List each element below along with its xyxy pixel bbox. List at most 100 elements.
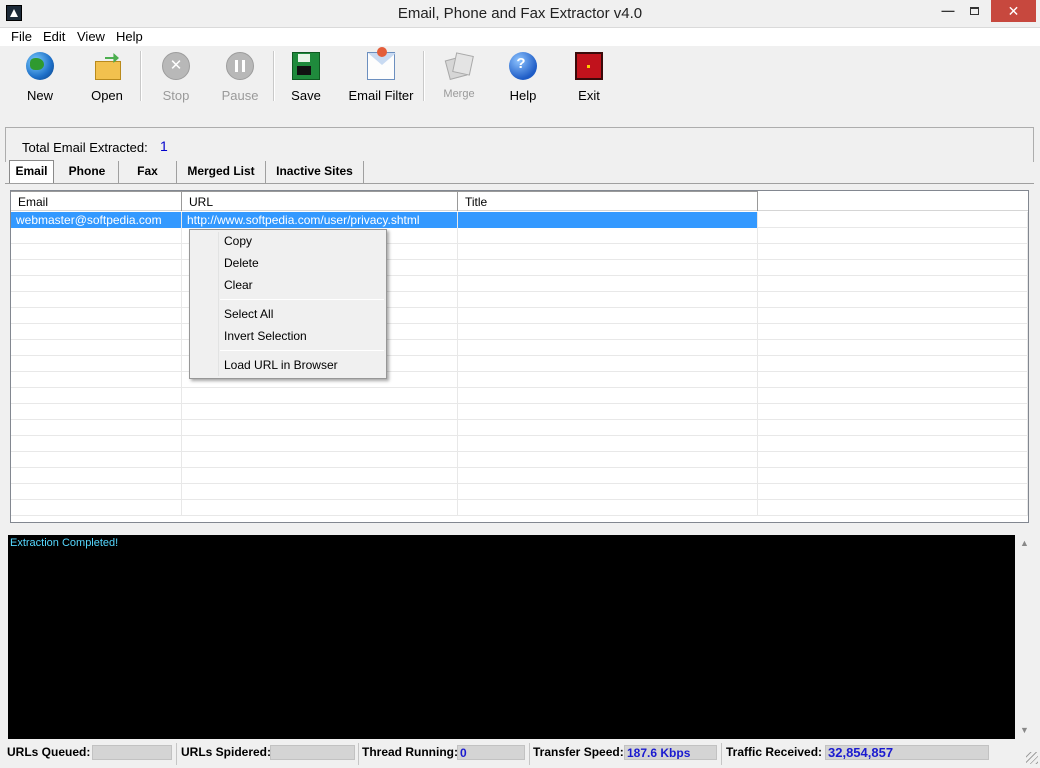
stop-label: Stop xyxy=(162,88,190,103)
table-cell xyxy=(11,308,182,324)
table-row[interactable]: webmaster@softpedia.com http://www.softpe… xyxy=(11,212,1028,228)
table-row[interactable] xyxy=(11,404,1028,420)
table-row[interactable] xyxy=(11,244,1028,260)
table-row[interactable] xyxy=(11,260,1028,276)
context-menu-copy[interactable]: Copy xyxy=(190,231,386,251)
table-row[interactable] xyxy=(11,324,1028,340)
context-menu-delete[interactable]: Delete xyxy=(190,253,386,273)
help-label: Help xyxy=(509,88,537,103)
stop-button[interactable]: Stop xyxy=(146,52,206,103)
table-cell xyxy=(11,388,182,404)
help-icon xyxy=(509,52,537,80)
context-menu-load-url[interactable]: Load URL in Browser xyxy=(190,355,386,375)
email-filter-button[interactable]: Email Filter xyxy=(343,47,419,103)
help-button[interactable]: Help xyxy=(493,52,553,103)
merge-button[interactable]: Merge xyxy=(429,52,489,102)
table-row[interactable] xyxy=(11,388,1028,404)
globe-icon xyxy=(26,52,54,80)
status-bar: URLs Queued: URLs Spidered: Thread Runni… xyxy=(0,741,1040,768)
context-menu-invert-selection[interactable]: Invert Selection xyxy=(190,326,386,346)
table-cell xyxy=(182,404,458,420)
table-cell xyxy=(758,484,1028,500)
title-bar: Email, Phone and Fax Extractor v4.0 — ✕ xyxy=(0,0,1040,28)
results-table[interactable]: Email URL Title webmaster@softpedia.com h… xyxy=(10,190,1029,523)
tab-inactive-sites[interactable]: Inactive Sites xyxy=(266,161,364,184)
table-cell xyxy=(758,452,1028,468)
save-button[interactable]: Save xyxy=(276,52,336,103)
table-cell xyxy=(458,436,758,452)
table-row[interactable] xyxy=(11,372,1028,388)
table-cell xyxy=(458,404,758,420)
envelope-icon xyxy=(367,47,395,80)
toolbar-separator xyxy=(423,51,425,101)
table-row[interactable] xyxy=(11,228,1028,244)
tab-merged-list[interactable]: Merged List xyxy=(177,161,266,184)
toolbar-separator xyxy=(273,51,275,101)
menu-view[interactable]: View xyxy=(77,29,105,44)
table-row[interactable] xyxy=(11,292,1028,308)
table-cell xyxy=(182,452,458,468)
table-cell xyxy=(11,484,182,500)
context-menu: Copy Delete Clear Select All Invert Sele… xyxy=(189,229,387,379)
log-scrollbar[interactable]: ▲ ▼ xyxy=(1016,535,1033,739)
table-cell xyxy=(458,244,758,260)
maximize-button[interactable] xyxy=(961,0,987,22)
status-divider xyxy=(358,743,359,765)
table-row[interactable] xyxy=(11,308,1028,324)
menu-help[interactable]: Help xyxy=(116,29,143,44)
table-cell xyxy=(458,292,758,308)
context-menu-select-all[interactable]: Select All xyxy=(190,304,386,324)
pause-button[interactable]: Pause xyxy=(210,52,270,103)
new-button[interactable]: New xyxy=(10,52,70,103)
tab-fax[interactable]: Fax xyxy=(119,161,177,184)
table-row[interactable] xyxy=(11,468,1028,484)
log-output[interactable]: Extraction Completed! xyxy=(8,535,1015,739)
column-header-url[interactable]: URL xyxy=(182,191,458,211)
column-header-email[interactable]: Email xyxy=(11,191,182,211)
tab-phone[interactable]: Phone xyxy=(56,161,119,184)
table-cell xyxy=(11,340,182,356)
minimize-button[interactable]: — xyxy=(935,0,961,22)
table-cell xyxy=(758,244,1028,260)
table-cell xyxy=(758,420,1028,436)
table-cell xyxy=(458,308,758,324)
table-cell xyxy=(182,420,458,436)
close-button[interactable]: ✕ xyxy=(991,0,1036,22)
menu-edit[interactable]: Edit xyxy=(43,29,65,44)
table-row[interactable] xyxy=(11,500,1028,516)
table-cell xyxy=(758,228,1028,244)
traffic-received-label: Traffic Received: xyxy=(726,745,823,759)
table-cell xyxy=(11,452,182,468)
summary-panel: Total Email Extracted: 1 xyxy=(5,127,1034,162)
transfer-speed-label: Transfer Speed: xyxy=(533,745,624,759)
table-cell xyxy=(458,340,758,356)
table-row[interactable] xyxy=(11,356,1028,372)
context-menu-separator xyxy=(220,299,384,300)
scroll-up-arrow-icon[interactable]: ▲ xyxy=(1016,535,1033,552)
menu-file[interactable]: File xyxy=(11,29,32,44)
table-row[interactable] xyxy=(11,276,1028,292)
exit-label: Exit xyxy=(578,88,600,103)
exit-button[interactable]: Exit xyxy=(559,52,619,103)
table-row[interactable] xyxy=(11,340,1028,356)
column-header-title[interactable]: Title xyxy=(458,191,758,211)
context-menu-clear[interactable]: Clear xyxy=(190,275,386,295)
table-cell xyxy=(758,340,1028,356)
table-row[interactable] xyxy=(11,436,1028,452)
traffic-received-value: 32,854,857 xyxy=(825,745,989,760)
table-cell xyxy=(458,468,758,484)
tab-email[interactable]: Email xyxy=(9,160,54,184)
floppy-disk-icon xyxy=(292,52,320,80)
resize-grip-icon[interactable] xyxy=(1026,752,1038,764)
table-cell xyxy=(758,324,1028,340)
open-button[interactable]: Open xyxy=(77,52,137,103)
scroll-down-arrow-icon[interactable]: ▼ xyxy=(1016,722,1033,739)
table-row[interactable] xyxy=(11,452,1028,468)
table-row[interactable] xyxy=(11,420,1028,436)
thread-running-label: Thread Running: xyxy=(362,745,458,759)
exit-door-icon xyxy=(575,52,603,80)
urls-queued-value xyxy=(92,745,172,760)
table-row[interactable] xyxy=(11,484,1028,500)
pause-label: Pause xyxy=(221,88,259,103)
table-cell xyxy=(11,404,182,420)
